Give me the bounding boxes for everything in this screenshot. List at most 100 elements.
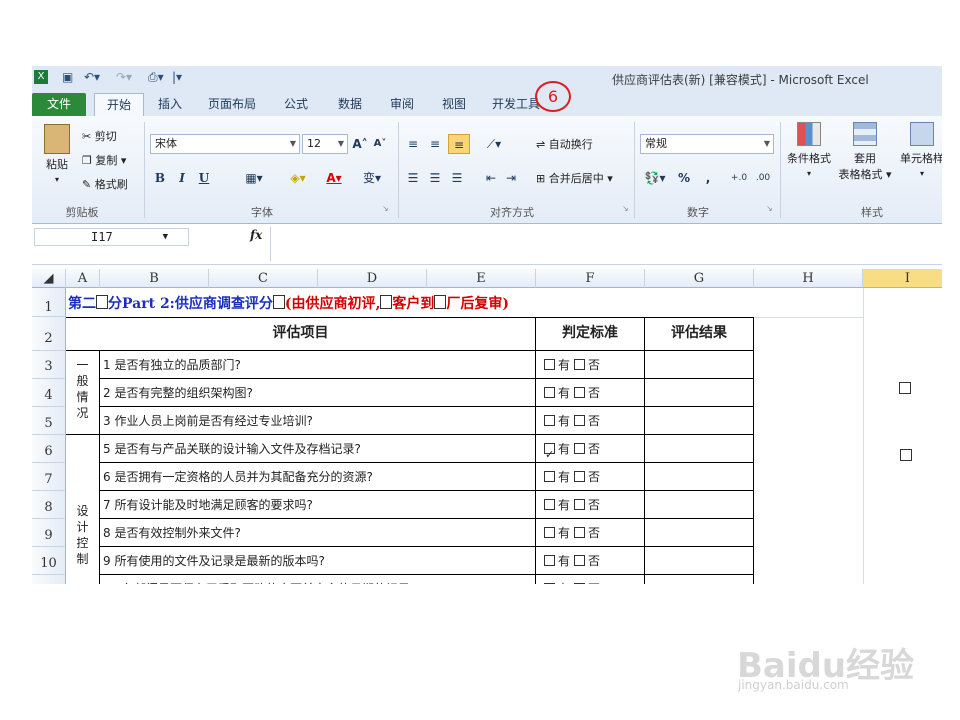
comma-button[interactable]: , xyxy=(700,168,716,188)
no-checkbox[interactable] xyxy=(574,359,586,370)
paste-button[interactable]: 粘贴 ▾ xyxy=(40,122,74,192)
dialog-launcher-icon[interactable]: ↘ xyxy=(766,204,773,213)
yes-checkbox[interactable] xyxy=(544,555,555,566)
yes-checkbox[interactable] xyxy=(544,527,555,538)
align-left-icon[interactable]: ☰ xyxy=(404,168,422,188)
tab-file[interactable]: 文件 xyxy=(32,93,86,116)
name-box[interactable]: I17 ▼ xyxy=(34,228,189,246)
conditional-format-button[interactable]: 条件格式 ▾ xyxy=(784,122,834,179)
undo-icon[interactable]: ↶▾ xyxy=(84,70,100,85)
phonetic-icon[interactable]: 变▾ xyxy=(358,168,386,188)
criteria-cell[interactable]: 有否 xyxy=(536,575,645,584)
tab-review[interactable]: 审阅 xyxy=(382,93,422,116)
align-top-icon[interactable]: ≡ xyxy=(404,134,422,154)
grow-font-icon[interactable]: A˄ xyxy=(352,134,368,154)
checkbox[interactable] xyxy=(900,449,912,461)
criteria-cell[interactable]: 有否 xyxy=(536,351,645,379)
result-cell[interactable] xyxy=(645,575,754,584)
chevron-down-icon[interactable]: ▼ xyxy=(163,229,168,245)
row-header-4[interactable]: 4 xyxy=(32,379,66,407)
worksheet-grid[interactable]: ◢ A B C D E F G H I 1 2 3 4 5 6 7 8 9 10… xyxy=(32,266,942,584)
number-format-combo[interactable]: 常规 ▼ xyxy=(640,134,774,154)
header-result[interactable]: 评估结果 xyxy=(645,317,754,351)
no-checkbox[interactable] xyxy=(574,499,586,510)
item-text[interactable]: 2 是否有完整的组织架构图? xyxy=(100,379,536,407)
row-header-1[interactable]: 1 xyxy=(32,288,66,317)
yes-checkbox[interactable] xyxy=(544,415,555,426)
align-right-icon[interactable]: ☰ xyxy=(448,168,466,188)
result-cell[interactable] xyxy=(645,435,754,463)
redo-icon[interactable]: ↷▾ xyxy=(116,70,132,85)
column-header-d[interactable]: D xyxy=(318,269,427,288)
orientation-icon[interactable]: ⟋▾ xyxy=(482,134,506,154)
wrap-text-button[interactable]: ⇌ 自动换行 xyxy=(536,136,593,152)
header-criteria[interactable]: 判定标准 xyxy=(536,317,645,351)
shrink-font-icon[interactable]: A˅ xyxy=(372,134,388,154)
dialog-launcher-icon[interactable]: ↘ xyxy=(622,204,629,213)
copy-button[interactable]: ❐ 复制 ▾ xyxy=(82,152,126,168)
row-header-6[interactable]: 6 xyxy=(32,435,66,463)
no-checkbox[interactable] xyxy=(574,555,586,566)
row-header-5[interactable]: 5 xyxy=(32,407,66,435)
tab-formulas[interactable]: 公式 xyxy=(276,93,316,116)
no-checkbox[interactable] xyxy=(574,471,586,482)
yes-checkbox[interactable] xyxy=(544,583,555,584)
criteria-cell[interactable]: 有否 xyxy=(536,491,645,519)
row-header-11[interactable] xyxy=(32,575,66,584)
tab-home[interactable]: 开始 xyxy=(94,93,144,116)
select-all-corner[interactable]: ◢ xyxy=(32,269,66,288)
result-cell[interactable] xyxy=(645,351,754,379)
row-header-3[interactable]: 3 xyxy=(32,351,66,379)
item-text[interactable]: 1 是否有独立的品质部门? xyxy=(100,351,536,379)
item-text[interactable]: 3 作业人员上岗前是否有经过专业培训? xyxy=(100,407,536,435)
fill-color-icon[interactable]: ◈▾ xyxy=(284,168,312,188)
criteria-cell[interactable]: 有否 xyxy=(536,463,645,491)
category-design-control[interactable]: 设 计 控 制 xyxy=(66,435,100,584)
tab-page-layout[interactable]: 页面布局 xyxy=(202,93,262,116)
italic-button[interactable]: I xyxy=(174,168,190,188)
no-checkbox[interactable] xyxy=(574,387,586,398)
result-cell[interactable] xyxy=(645,463,754,491)
cell-styles-button[interactable]: 单元格样 ▾ xyxy=(898,122,942,179)
format-painter-button[interactable]: ✎ 格式刷 xyxy=(82,176,128,192)
merge-center-button[interactable]: ⊞ 合并后居中 ▾ xyxy=(536,170,613,186)
no-checkbox[interactable] xyxy=(574,527,586,538)
column-header-e[interactable]: E xyxy=(427,269,536,288)
percent-button[interactable]: % xyxy=(676,168,692,188)
decrease-indent-icon[interactable]: ⇤ xyxy=(482,168,500,188)
result-cell[interactable] xyxy=(645,379,754,407)
align-center-icon[interactable]: ☰ xyxy=(426,168,444,188)
result-cell[interactable] xyxy=(645,407,754,435)
checkbox[interactable] xyxy=(899,382,911,394)
item-text[interactable]: 9 所有使用的文件及记录是最新的版本吗? xyxy=(100,547,536,575)
formula-input[interactable] xyxy=(270,227,942,261)
dialog-launcher-icon[interactable]: ↘ xyxy=(382,204,389,213)
yes-checkbox[interactable] xyxy=(544,441,555,462)
column-header-b[interactable]: B xyxy=(100,269,209,288)
no-checkbox[interactable] xyxy=(574,583,586,584)
format-as-table-button[interactable]: 套用 表格格式 ▾ xyxy=(838,122,892,182)
item-text[interactable]: 8 是否有效控制外来文件? xyxy=(100,519,536,547)
criteria-cell[interactable]: 有否 xyxy=(536,379,645,407)
column-header-c[interactable]: C xyxy=(209,269,318,288)
result-cell[interactable] xyxy=(645,547,754,575)
fx-icon[interactable]: fx xyxy=(250,228,262,242)
increase-indent-icon[interactable]: ⇥ xyxy=(502,168,520,188)
criteria-cell[interactable]: 有否 xyxy=(536,519,645,547)
font-size-combo[interactable]: 12 ▼ xyxy=(302,134,348,154)
excel-logo-icon[interactable]: X xyxy=(34,70,48,84)
column-header-f[interactable]: F xyxy=(536,269,645,288)
font-color-icon[interactable]: A▾ xyxy=(320,168,348,188)
align-middle-icon[interactable]: ≡ xyxy=(426,134,444,154)
column-header-g[interactable]: G xyxy=(645,269,754,288)
border-icon[interactable]: ▦▾ xyxy=(240,168,268,188)
yes-checkbox[interactable] xyxy=(544,499,555,510)
tab-view[interactable]: 视图 xyxy=(434,93,474,116)
result-cell[interactable] xyxy=(645,519,754,547)
no-checkbox[interactable] xyxy=(574,415,586,426)
tab-insert[interactable]: 插入 xyxy=(150,93,190,116)
item-text[interactable]: 10 各部门是否保存了采取更改的变更前自主的日期的记录? xyxy=(100,575,536,584)
yes-checkbox[interactable] xyxy=(544,471,555,482)
yes-checkbox[interactable] xyxy=(544,387,555,398)
criteria-cell[interactable]: 有否 xyxy=(536,435,645,463)
